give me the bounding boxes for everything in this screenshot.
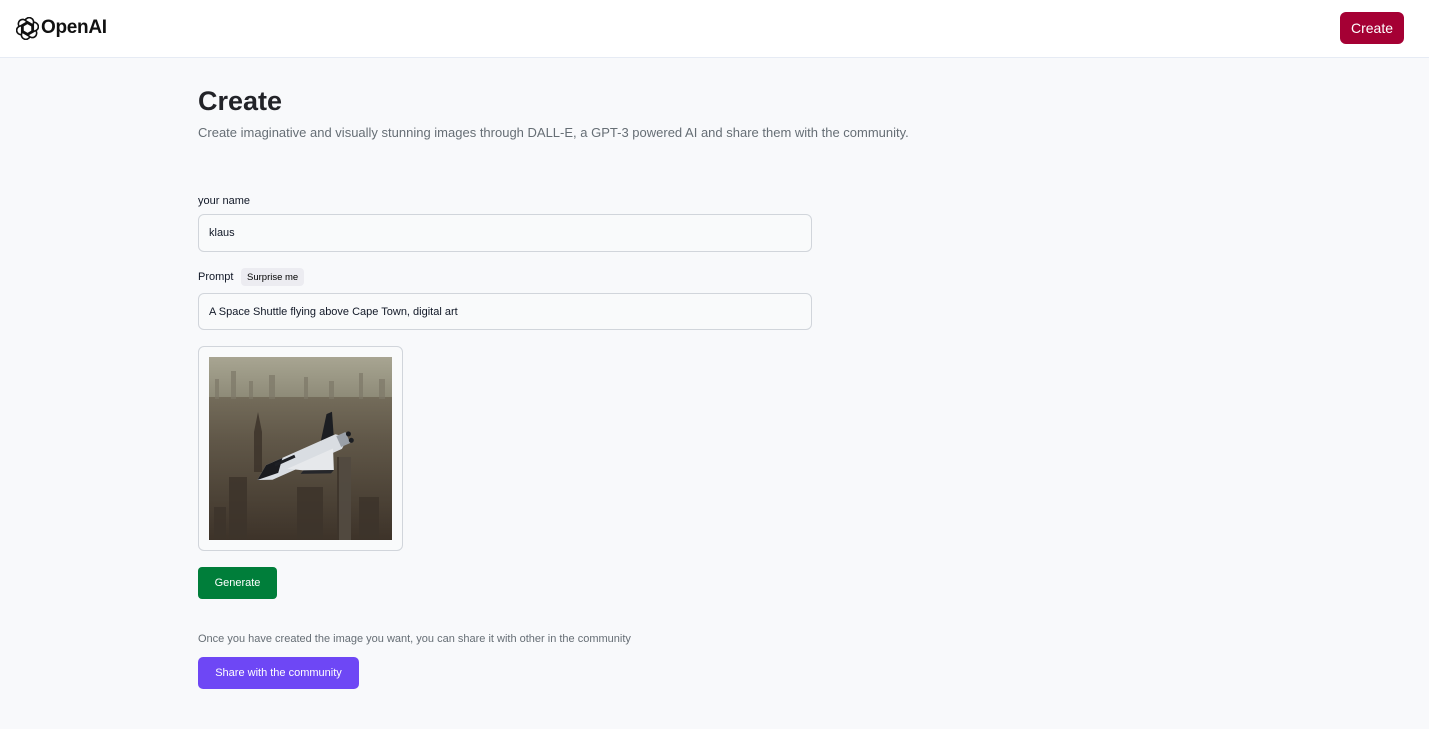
- generated-image: [209, 357, 392, 540]
- generate-button[interactable]: Generate: [198, 567, 277, 599]
- surprise-me-button[interactable]: Surprise me: [241, 268, 305, 286]
- openai-logo[interactable]: OpenAI: [16, 16, 107, 40]
- prompt-label: Prompt: [198, 271, 234, 283]
- name-label: your name: [198, 195, 250, 207]
- page-title: Create: [198, 86, 283, 116]
- share-note: Once you have created the image you want…: [198, 633, 631, 645]
- share-with-community-button[interactable]: Share with the community: [198, 657, 359, 689]
- header-create-button[interactable]: Create: [1340, 12, 1404, 44]
- page-subtitle: Create imaginative and visually stunning…: [198, 125, 909, 140]
- name-input[interactable]: [198, 214, 812, 252]
- prompt-input[interactable]: [198, 293, 812, 330]
- top-navbar: OpenAI Create: [0, 0, 1429, 58]
- openai-logo-icon: [16, 16, 39, 40]
- image-preview: [198, 346, 403, 551]
- brand-name: OpenAI: [41, 17, 107, 38]
